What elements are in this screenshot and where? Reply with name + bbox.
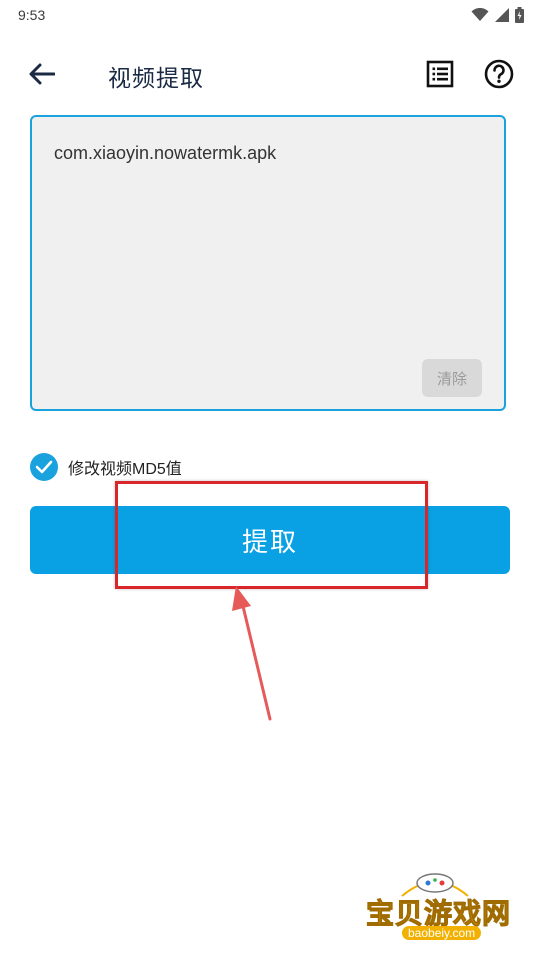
watermark-url: baobeiy.com bbox=[402, 926, 482, 940]
page-title: 视频提取 bbox=[108, 65, 204, 91]
app-bar: 视频提取 bbox=[0, 44, 540, 104]
watermark-logo: 宝贝游戏网 baobeiy.com bbox=[362, 866, 511, 952]
help-button[interactable] bbox=[481, 56, 517, 92]
back-arrow-icon bbox=[29, 63, 55, 85]
wifi-icon bbox=[471, 8, 489, 21]
history-list-button[interactable] bbox=[422, 56, 458, 92]
signal-icon bbox=[495, 8, 509, 22]
link-input-area[interactable]: com.xiaoyin.nowatermk.apk 清除 bbox=[30, 115, 506, 411]
link-input-text: com.xiaoyin.nowatermk.apk bbox=[54, 143, 277, 163]
help-icon bbox=[484, 59, 514, 89]
status-bar: 9:53 bbox=[0, 0, 540, 32]
status-time: 9:53 bbox=[18, 7, 46, 23]
md5-checkbox[interactable] bbox=[30, 453, 58, 481]
battery-icon bbox=[515, 7, 524, 23]
status-icons bbox=[471, 7, 524, 23]
back-button[interactable] bbox=[24, 56, 60, 92]
clear-button[interactable]: 清除 bbox=[422, 359, 482, 397]
md5-label: 修改视频MD5值 bbox=[68, 461, 182, 478]
check-icon bbox=[35, 460, 53, 474]
list-icon bbox=[426, 60, 454, 88]
md5-option[interactable]: 修改视频MD5值 bbox=[30, 453, 182, 481]
extract-button[interactable]: 提取 bbox=[30, 506, 510, 574]
